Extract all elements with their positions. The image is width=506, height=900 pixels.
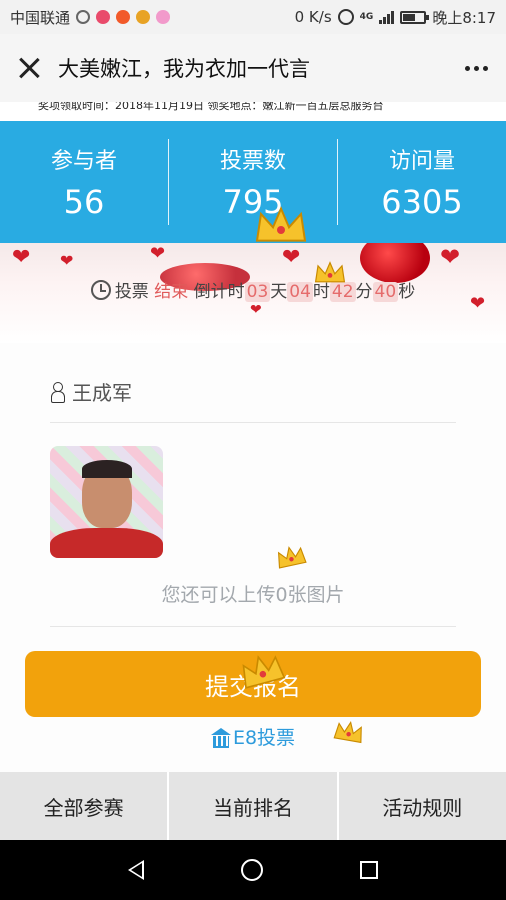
countdown-hours: 04 (287, 282, 313, 302)
status-bar-left: 中国联通 (10, 7, 171, 28)
carrier-name: 中国联通 (10, 8, 71, 27)
status-bar-right: 0 K/s 4G 晚上8:17 (295, 7, 496, 28)
crown-icon (314, 260, 346, 286)
divider (50, 626, 456, 627)
back-icon[interactable] (128, 860, 145, 880)
video-app-icon (116, 10, 131, 24)
countdown-unit: 分 (355, 282, 373, 302)
battery-icon (400, 10, 430, 24)
countdown-seconds: 40 (372, 282, 399, 302)
clock-time: 晚上8:17 (432, 8, 496, 27)
stat-label: 访问量 (388, 149, 455, 174)
heart-icon: ❤ (60, 251, 74, 270)
page-title: 大美嫩江，我为衣加一代言 (58, 57, 310, 81)
stats-bar: 参与者 56 投票数 795 访问量 6305 (0, 121, 506, 243)
heart-icon: ❤ (282, 245, 301, 270)
recent-apps-icon[interactable] (359, 861, 378, 879)
location-icon (136, 10, 151, 24)
upload-hint: 您还可以上传0张图片 (161, 584, 345, 606)
clock-icon (90, 280, 111, 300)
stat-value: 56 (63, 183, 105, 221)
name-field[interactable]: 王成军 (50, 361, 456, 423)
alarm-icon (337, 9, 354, 25)
crown-icon (331, 714, 366, 751)
stat-participants: 参与者 56 (0, 139, 168, 225)
countdown: 投票 结束 倒计时 03 天 04 时 42 分 40 秒 (0, 277, 506, 302)
status-bar: 中国联通 0 K/s 4G 晚上8:17 (0, 0, 506, 34)
stat-label: 投票数 (219, 149, 286, 174)
countdown-days: 03 (244, 282, 271, 302)
heart-icon: ❤ (440, 243, 461, 271)
home-icon[interactable] (240, 859, 263, 881)
app-icon (156, 10, 171, 24)
battery-fill (403, 13, 416, 21)
tab-current-ranking[interactable]: 当前排名 (167, 772, 336, 840)
countdown-label: 倒计时 (193, 282, 245, 302)
tab-all-entries[interactable]: 全部参赛 (0, 772, 167, 840)
more-menu-icon[interactable] (460, 53, 492, 83)
countdown-unit: 天 (270, 282, 288, 302)
crown-icon (254, 206, 308, 246)
stat-visits: 访问量 6305 (337, 139, 506, 225)
network-type: 4G (359, 12, 374, 22)
stat-label: 参与者 (50, 149, 117, 174)
uploaded-photo[interactable] (50, 446, 163, 558)
bank-icon (210, 728, 231, 748)
award-notice: 奖项领取时间：2018年11月19日 领奖地点：嫩江新一百五层总服务台 (0, 102, 506, 122)
countdown-status: 结束 (154, 282, 189, 302)
close-icon[interactable] (14, 53, 44, 83)
stat-votes: 投票数 795 (168, 139, 337, 225)
heart-icon: ❤ (150, 243, 166, 264)
signup-form: 王成军 您还可以上传0张图片 提交报名 E8投票 (0, 343, 506, 772)
stat-value: 795 (222, 183, 284, 221)
stat-value: 6305 (381, 183, 463, 221)
heart-icon: ❤ (12, 245, 31, 270)
tab-rules[interactable]: 活动规则 (336, 772, 506, 840)
app-notification-icon (96, 10, 111, 24)
bottom-tab-bar: 全部参赛 当前排名 活动规则 (0, 772, 506, 840)
heart-icon: ❤ (250, 302, 262, 318)
countdown-prefix: 投票 (114, 282, 149, 302)
title-bar: 大美嫩江，我为衣加一代言 (0, 34, 506, 102)
countdown-unit: 秒 (398, 282, 416, 302)
android-nav-bar (0, 840, 506, 900)
signal-icon (379, 10, 395, 24)
network-speed: 0 K/s (294, 8, 332, 26)
e8-vote-link[interactable]: E8投票 (0, 723, 506, 750)
e8-link-label: E8投票 (232, 727, 296, 749)
sync-icon (76, 10, 91, 24)
name-value: 王成军 (72, 381, 132, 405)
person-icon (50, 381, 65, 403)
page-content[interactable]: 奖项领取时间：2018年11月19日 领奖地点：嫩江新一百五层总服务台 参与者 … (0, 102, 506, 772)
